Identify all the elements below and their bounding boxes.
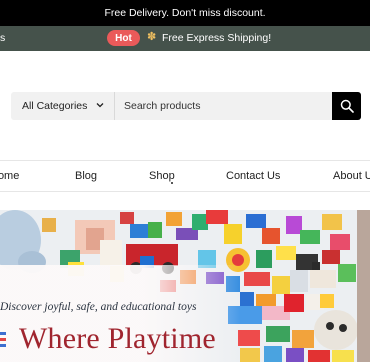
category-label: All Categories xyxy=(22,100,88,112)
search-icon xyxy=(340,99,354,113)
search-button[interactable] xyxy=(332,92,361,120)
hero-subtitle: Discover joyful, safe, and educational t… xyxy=(0,301,197,313)
search-divider xyxy=(114,92,115,120)
category-select[interactable]: All Categories xyxy=(11,92,114,120)
nav-item-home[interactable]: Home xyxy=(0,170,19,182)
hot-badge: Hot xyxy=(107,30,140,46)
promo-text: Free Express Shipping! xyxy=(162,32,272,44)
nav-item-contact[interactable]: Contact Us xyxy=(226,170,280,182)
hero-title: Where Playtime xyxy=(19,322,216,355)
nav-item-blog[interactable]: Blog xyxy=(75,170,97,182)
chevron-down-icon xyxy=(96,103,104,108)
gift-icon: ✽ xyxy=(147,31,157,43)
promo-left-text: s xyxy=(0,32,6,44)
nav-item-shop[interactable]: Shop xyxy=(149,170,175,182)
nav-item-about[interactable]: About Us xyxy=(333,170,370,182)
shop-dropdown-indicator xyxy=(171,182,173,184)
promo-bar: s Hot ✽ Free Express Shipping! xyxy=(0,26,370,51)
main-nav: Home Blog Shop Contact Us About Us xyxy=(0,161,370,191)
hero-side-image xyxy=(357,210,370,362)
announcement-text: Free Delivery. Don't miss discount. xyxy=(104,7,266,19)
nav-border-bottom xyxy=(0,191,370,192)
hero-decoration-icon xyxy=(0,332,6,347)
announcement-bar: Free Delivery. Don't miss discount. xyxy=(0,0,370,26)
search-bar: All Categories xyxy=(11,92,361,120)
search-input[interactable] xyxy=(124,97,324,115)
